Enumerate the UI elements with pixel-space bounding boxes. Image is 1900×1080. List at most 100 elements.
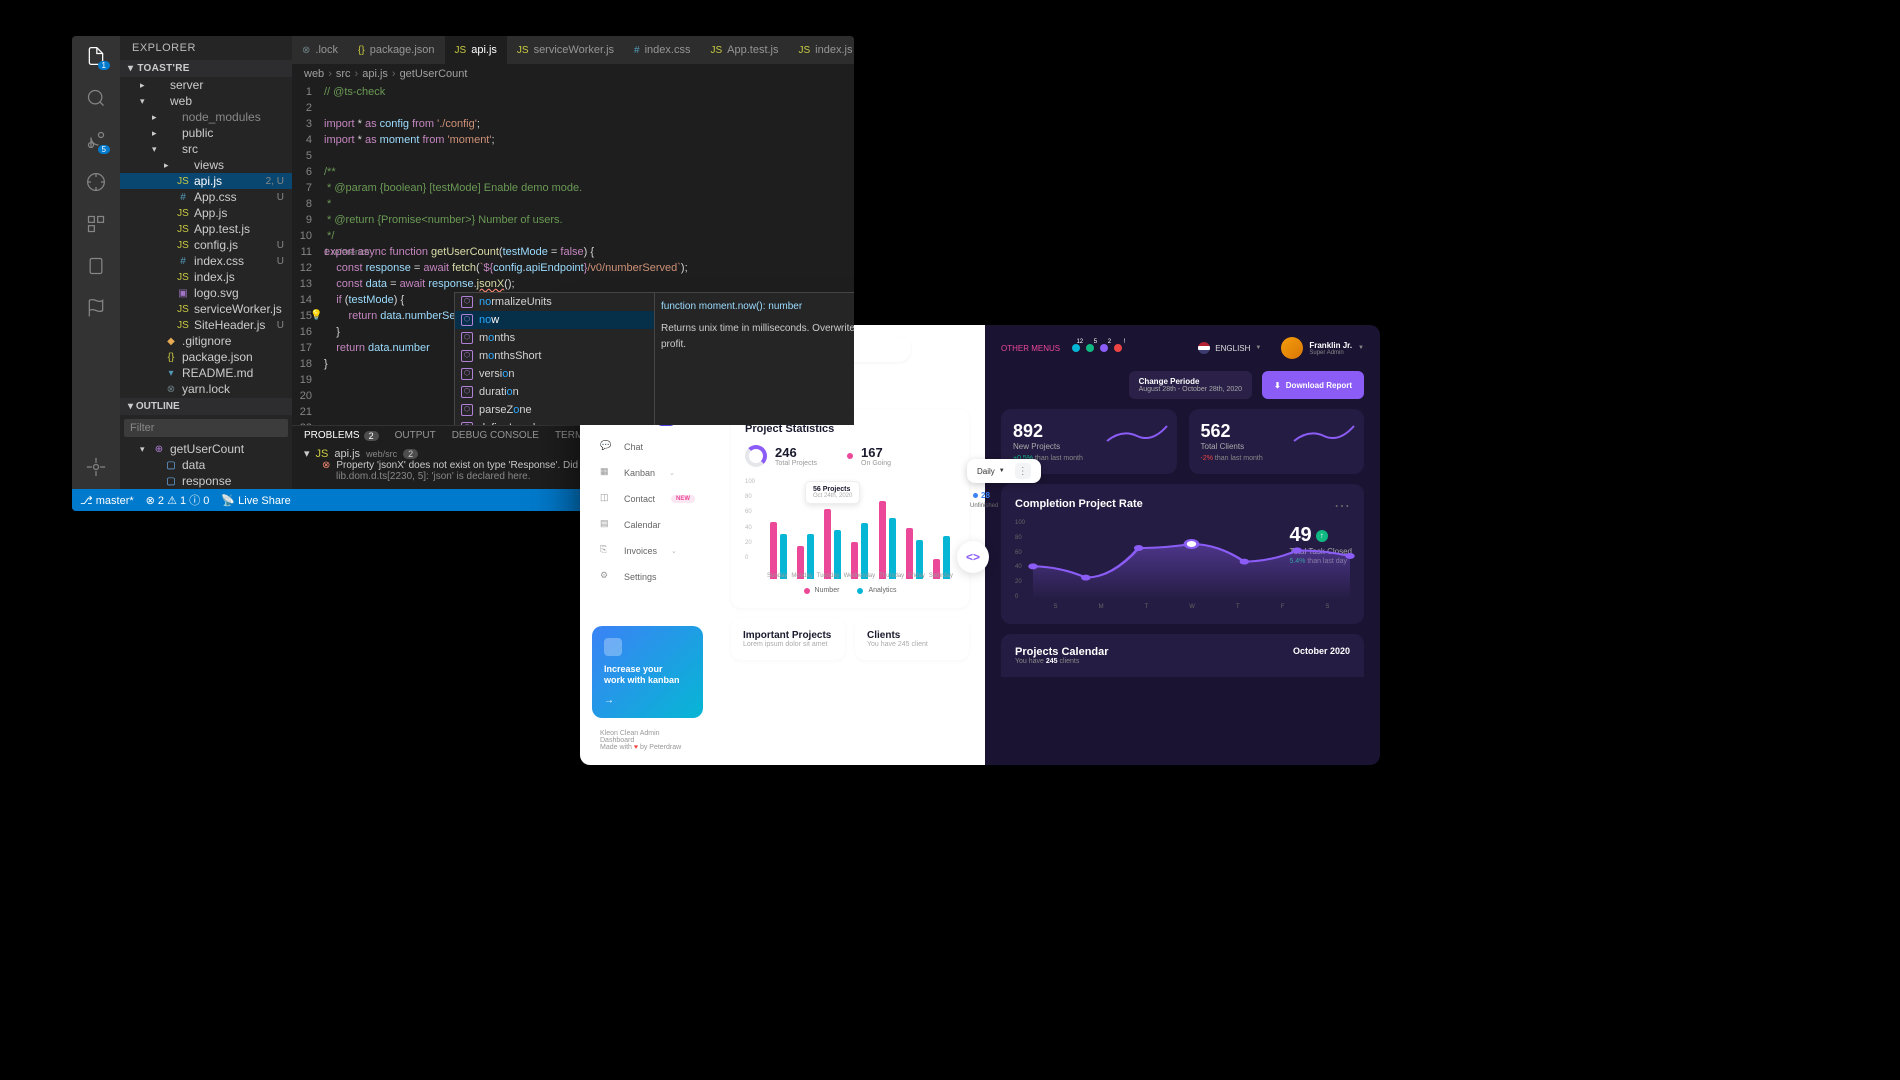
promo-card[interactable]: Increase yourwork with kanban → [592,626,703,718]
notification-badge[interactable]: 12 [1072,344,1080,352]
project-stats-card: Project Statistics 246Total Projects 167… [731,409,969,608]
menu-item[interactable]: ⚙Settings [580,564,715,590]
notification-badge[interactable]: 5 [1086,344,1094,352]
editor-area: ⊗.lock{}package.jsonJSapi.jsJSserviceWor… [292,36,854,489]
tree-item[interactable]: JSindex.js [120,269,292,285]
outline-item[interactable]: ▢response [120,473,292,489]
tree-item[interactable]: JSApp.js [120,205,292,221]
activity-bar: 1 5 [72,36,120,489]
language-selector[interactable]: ENGLISH▼ [1198,342,1261,354]
code-editor[interactable]: 12345678910111213141516171819202122 // @… [292,84,854,425]
donut-icon [745,445,767,467]
outline-section[interactable]: ▾ OUTLINE [120,398,292,415]
tree-item[interactable]: JSSiteHeader.jsU [120,317,292,333]
extensions-icon[interactable] [84,212,108,236]
liveshare-icon[interactable] [84,296,108,320]
intellisense-item[interactable]: ⬡duration [455,383,654,401]
clients-card[interactable]: ClientsYou have 245 client [855,618,969,660]
panel-tab[interactable]: PROBLEMS 2 [304,430,379,441]
metric-cards: 892New Projects+0,5% than last month562T… [985,409,1380,484]
editor-tab[interactable]: #index.css [624,36,700,64]
metric-card: 562Total Clients-2% than last month [1189,409,1365,474]
scm-icon[interactable]: 5 [84,128,108,152]
editor-tab[interactable]: {}package.json [348,36,445,64]
user-menu[interactable]: Franklin Jr.Super Admin ▼ [1281,337,1364,359]
download-report-button[interactable]: ⬇Download Report [1262,371,1364,399]
files-icon[interactable]: 1 [84,44,108,68]
tree-item[interactable]: ▣logo.svg [120,285,292,301]
tree-item[interactable]: ▸node_modules [120,109,292,125]
editor-tab[interactable]: JSindex.js [789,36,855,64]
arrow-icon: → [604,695,691,706]
tree-item[interactable]: ▾web [120,93,292,109]
intellisense-item[interactable]: ⬡months [455,329,654,347]
menu-item[interactable]: ⎘Invoices⌄ [580,538,715,564]
editor-tab[interactable]: JSapi.js [445,36,507,64]
line-gutter: 12345678910111213141516171819202122 [292,84,324,425]
tree-item[interactable]: ▾README.md [120,365,292,381]
intellisense-item[interactable]: ⬡monthsShort [455,347,654,365]
editor-tab[interactable]: JSserviceWorker.js [507,36,624,64]
period-dropdown[interactable]: Daily▼⋮ [967,459,1041,483]
menu-item[interactable]: 💬Chat [580,434,715,460]
outline-filter[interactable]: Filter [124,419,288,437]
notifications: 12 52! [1072,344,1122,352]
panel-tab[interactable]: OUTPUT [395,430,436,441]
card-title: Projects Calendar [1015,646,1109,658]
panel-tab[interactable]: DEBUG CONSOLE [452,430,539,441]
intellisense-item[interactable]: ⬡parseZone [455,401,654,419]
tree-item[interactable]: ⊗yarn.lock [120,381,292,397]
menu-item[interactable]: ◫ContactNEW [580,486,715,512]
intellisense-item[interactable]: ⬡normalizeUnits [455,293,654,311]
tree-item[interactable]: JSconfig.jsU [120,237,292,253]
editor-tabs: ⊗.lock{}package.jsonJSapi.jsJSserviceWor… [292,36,854,64]
total-projects-stat: 246Total Projects [745,445,817,467]
tree-item[interactable]: JSapi.js2, U [120,173,292,189]
menu-item[interactable]: ▤Calendar [580,512,715,538]
tree-item[interactable]: #App.cssU [120,189,292,205]
intellisense-list[interactable]: ⬡normalizeUnits⬡now⬡months⬡monthsShort⬡v… [455,293,655,425]
lightbulb-icon[interactable]: 💡 [310,308,322,324]
project-section[interactable]: ▾TOAST'RE [120,60,292,77]
error-icon: ⊗ [322,460,330,471]
intellisense-item[interactable]: ⬡defineLocale [455,419,654,425]
notification-badge[interactable]: ! [1114,344,1122,352]
period-selector[interactable]: Change Periode August 28th - October 28t… [1129,371,1253,399]
search-icon[interactable] [84,86,108,110]
tree-item[interactable]: JSserviceWorker.js [120,301,292,317]
more-icon[interactable]: ⋮ [1015,463,1031,479]
tree-item[interactable]: JSApp.test.js [120,221,292,237]
tree-item[interactable]: ▸public [120,125,292,141]
tree-item[interactable]: ▾src [120,141,292,157]
problems-indicator[interactable]: ⊗ 2 ⚠ 1 ⓘ 0 [146,492,210,508]
intellisense-popup: ⬡normalizeUnits⬡now⬡months⬡monthsShort⬡v… [454,292,854,425]
tree-item[interactable]: {}package.json [120,349,292,365]
other-menus-link[interactable]: OTHER MENUS [1001,344,1060,353]
important-projects-card[interactable]: Important ProjectsLorem ipsum dolor sit … [731,618,845,660]
branch-indicator[interactable]: ⎇ master* [80,494,134,507]
outline-item[interactable]: ▢data [120,457,292,473]
breadcrumb[interactable]: web›src›api.js›getUserCount [292,64,854,84]
remote-icon[interactable] [84,254,108,278]
notification-badge[interactable]: 2 [1100,344,1108,352]
swap-button[interactable]: <> [957,541,989,573]
flag-icon [1198,342,1210,354]
intellisense-item[interactable]: ⬡version [455,365,654,383]
editor-tab[interactable]: ⊗.lock [292,36,348,64]
debug-icon[interactable] [84,170,108,194]
code-lines[interactable]: // @ts-check import * as config from './… [324,84,854,425]
tree-item[interactable]: #index.cssU [120,253,292,269]
tree-item[interactable]: ▸views [120,157,292,173]
tree-item[interactable]: ▸server [120,77,292,93]
calendar-month[interactable]: October 2020 [1293,646,1350,656]
outline-item[interactable]: ▾⊕getUserCount [120,441,292,457]
bar-chart: 100806040200 SundayMondayTuesdayWednesda… [745,479,955,579]
editor-tab[interactable]: JSApp.test.js [700,36,788,64]
tree-item[interactable]: ◆.gitignore [120,333,292,349]
download-icon: ⬇ [1274,381,1281,390]
settings-gear-icon[interactable] [84,455,108,479]
liveshare-indicator[interactable]: 📡 Live Share [221,494,290,507]
menu-item[interactable]: ▦Kanban⌄ [580,460,715,486]
intellisense-item[interactable]: ⬡now [455,311,654,329]
more-icon[interactable]: ⋯ [1334,496,1352,516]
